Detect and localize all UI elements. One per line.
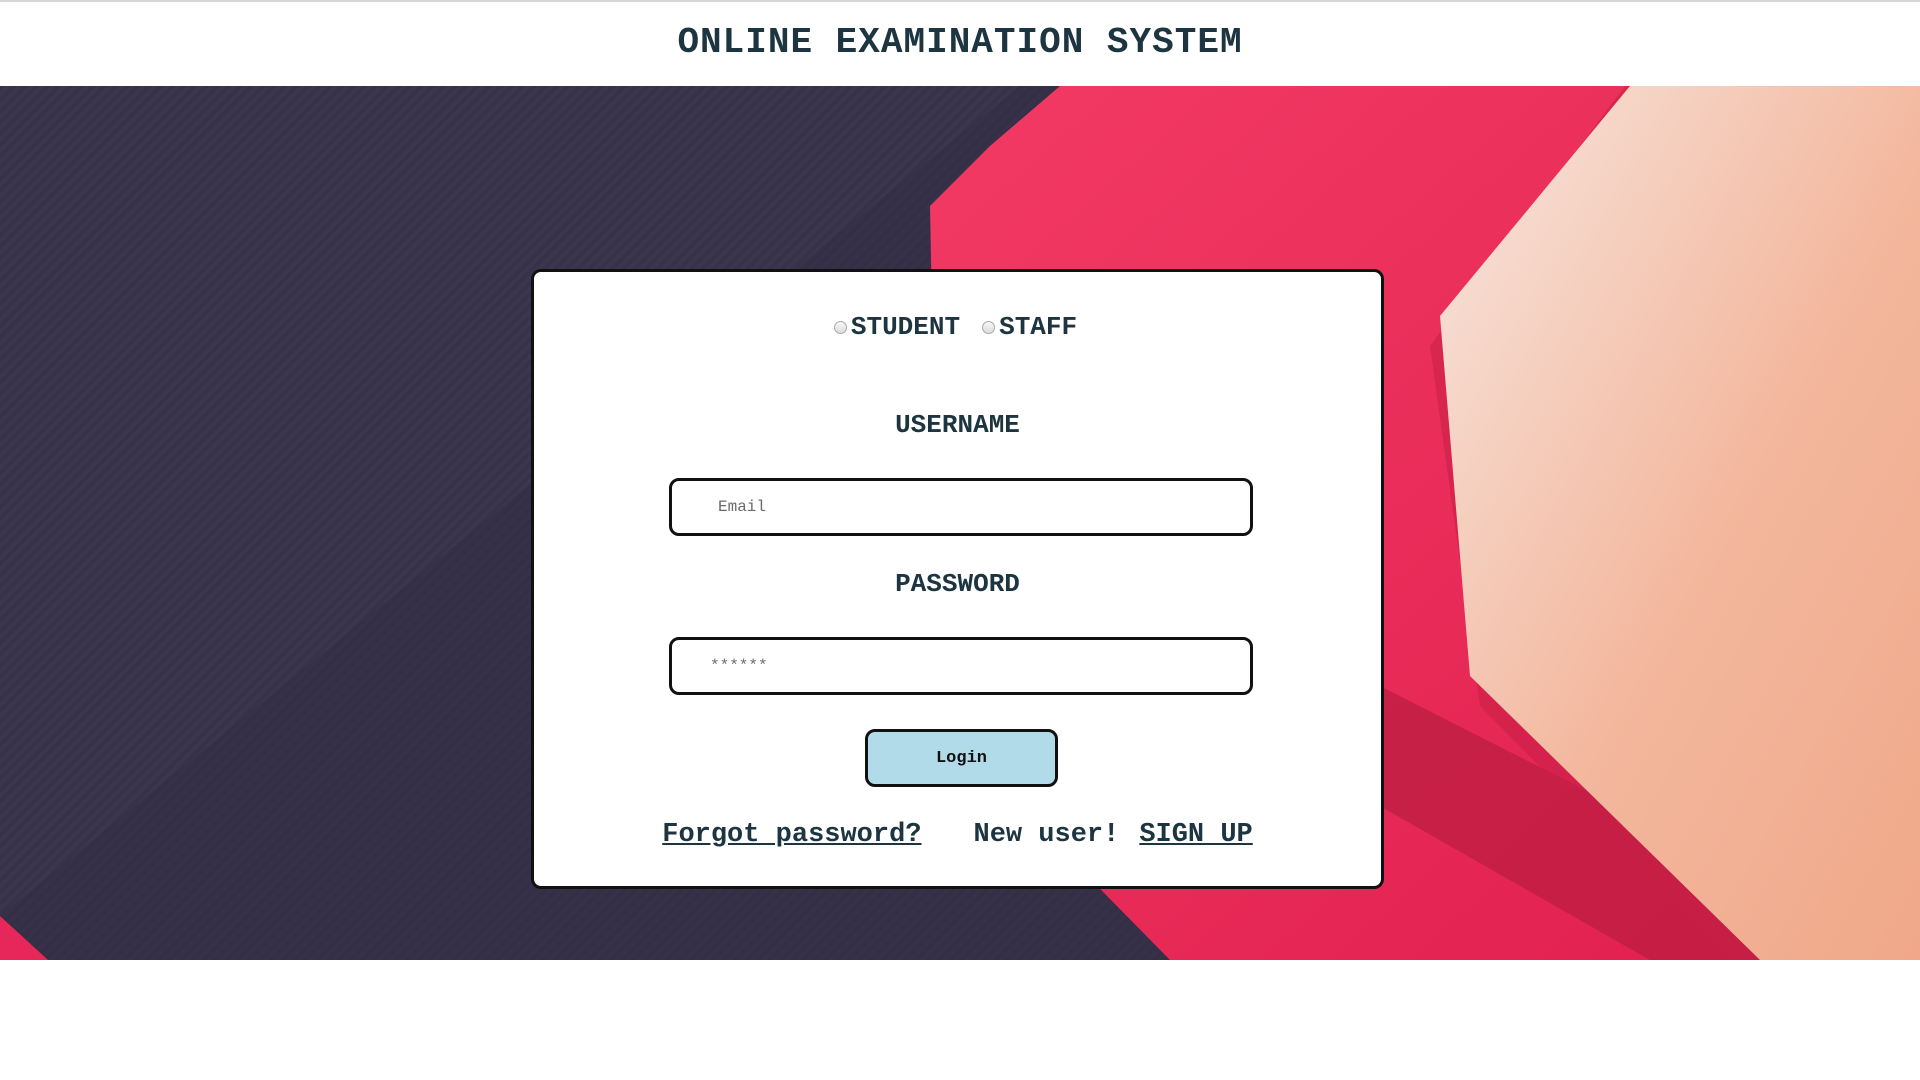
login-card: STUDENT STAFF USERNAME PASSWORD Login Fo… [531,269,1384,889]
role-selector: STUDENT STAFF [532,312,1379,342]
page-title: ONLINE EXAMINATION SYSTEM [677,21,1243,63]
staff-radio[interactable] [982,320,996,334]
student-label: STUDENT [850,312,961,342]
sign-up-link[interactable]: SIGN UP [1139,820,1252,850]
account-links: Forgot password? New user! SIGN UP [534,820,1381,850]
login-button[interactable]: Login [865,729,1058,787]
password-input[interactable] [669,637,1253,695]
username-input[interactable] [669,478,1253,536]
forgot-password-link[interactable]: Forgot password? [662,820,921,850]
student-radio[interactable] [833,320,847,334]
background-banner: STUDENT STAFF USERNAME PASSWORD Login Fo… [0,86,1920,960]
staff-label: STAFF [999,312,1078,342]
role-option-staff[interactable]: STAFF [982,312,1077,342]
new-user-text: New user! [973,820,1120,850]
page-header: ONLINE EXAMINATION SYSTEM [0,2,1920,86]
username-label: USERNAME [895,410,1020,440]
password-label: PASSWORD [895,569,1020,599]
role-option-student[interactable]: STUDENT [833,312,961,342]
